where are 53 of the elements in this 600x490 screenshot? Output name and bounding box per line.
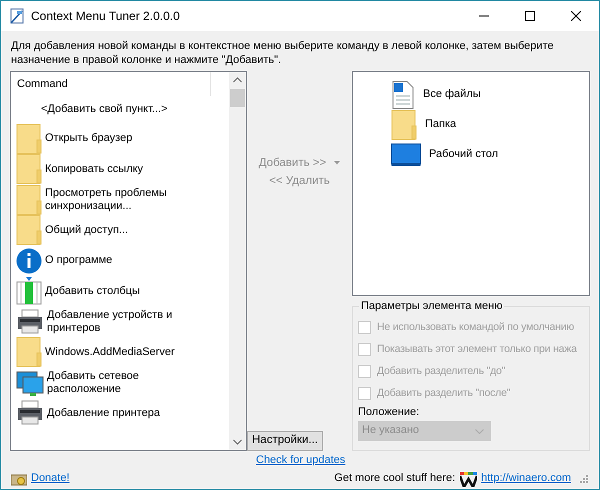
check-updates-link[interactable]: Check for updates <box>256 454 346 466</box>
list-item[interactable]: Открыть браузер <box>45 132 205 146</box>
footer-text: Get more cool stuff here: <box>334 472 456 486</box>
scroll-down-icon[interactable] <box>233 438 242 445</box>
list-item[interactable]: Копировать ссылку <box>45 162 205 176</box>
list-item[interactable]: Добавление устройств и принтеров <box>47 308 207 335</box>
list-item[interactable]: Windows.AddMediaServer <box>45 346 205 359</box>
columns-icon <box>16 277 42 306</box>
winaero-link[interactable]: http://winaero.com <box>481 472 571 486</box>
winaero-logo-icon <box>460 472 478 487</box>
checkbox-label: Добавить разделитель "до" <box>377 364 506 378</box>
list-item[interactable]: <Добавить свой пункт...> <box>41 102 201 116</box>
folder-icon <box>16 124 42 154</box>
position-label: Положение: <box>358 406 420 420</box>
target-list[interactable]: Все файлы Папка Рабочий стол <box>352 70 590 296</box>
file-icon <box>391 80 415 109</box>
list-item[interactable]: Добавить столбцы <box>45 284 205 298</box>
window-title: Context Menu Tuner 2.0.0.0 <box>31 8 181 24</box>
scroll-up-icon[interactable] <box>233 76 242 83</box>
folder-icon <box>16 184 42 215</box>
checkbox-label: Показывать этот элемент только при нажа <box>377 342 577 356</box>
coins-icon <box>11 472 27 486</box>
close-icon <box>571 11 581 21</box>
desktop-icon <box>391 142 421 167</box>
printer-icon <box>16 400 44 426</box>
checkbox-label: Добавить разделить "после" <box>377 386 510 400</box>
resize-grip-icon[interactable] <box>579 474 589 484</box>
checkbox-label: Не использовать командой по умолчанию <box>377 320 574 334</box>
list-item[interactable]: Добавление принтера <box>47 406 207 420</box>
info-icon <box>16 248 42 274</box>
list-item[interactable]: Папка <box>425 118 456 132</box>
group-title: Параметры элемента меню <box>359 300 504 314</box>
instruction-text: Для добавления новой команды в контекстное меню выберите команду в левой колонке, затем выберите назначение в правой колонке и нажмите "Добавить". <box>10 39 555 68</box>
folder-icon <box>16 154 42 184</box>
command-list[interactable] <box>10 70 247 451</box>
settings-button[interactable]: Настройки... <box>247 430 323 451</box>
maximize-icon <box>525 11 535 21</box>
folder-icon <box>391 110 417 140</box>
network-icon <box>16 368 44 397</box>
donate-link[interactable]: Donate! <box>31 472 70 486</box>
app-icon <box>9 8 25 24</box>
scrollbar[interactable] <box>229 72 246 450</box>
list-item[interactable]: Добавить сетевое расположение <box>47 370 207 396</box>
column-header[interactable]: Command <box>11 72 211 96</box>
folder-icon <box>16 215 42 246</box>
list-item[interactable]: О программе <box>45 254 205 268</box>
list-item[interactable]: Общий доступ... <box>45 224 205 237</box>
list-item[interactable]: Рабочий стол <box>429 148 498 162</box>
list-item[interactable]: Просмотреть проблемы синхронизации... <box>45 186 205 213</box>
printer-icon <box>16 308 44 335</box>
list-item[interactable]: Все файлы <box>423 88 481 102</box>
folder-icon <box>16 337 42 368</box>
scroll-thumb[interactable] <box>230 88 245 107</box>
